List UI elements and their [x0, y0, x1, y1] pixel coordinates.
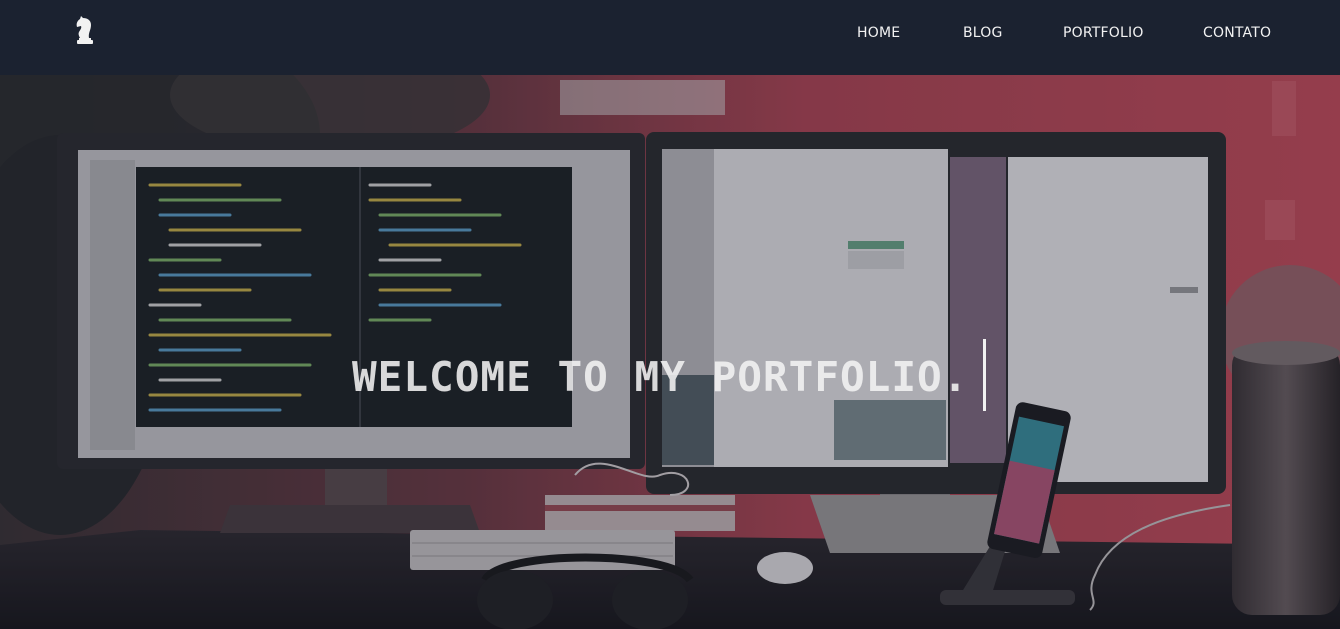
- top-navbar: HOME BLOG PORTFOLIO CONTATO: [0, 0, 1340, 75]
- text-cursor: [983, 339, 986, 411]
- hero-dark-overlay: [0, 75, 1340, 629]
- nav-link-contato[interactable]: CONTATO: [1203, 25, 1271, 41]
- hero-section: WELCOME TO MY PORTFOLIO.: [0, 75, 1340, 629]
- nav-link-portfolio[interactable]: PORTFOLIO: [1063, 25, 1144, 41]
- hero-title: WELCOME TO MY PORTFOLIO.: [352, 353, 969, 401]
- chess-knight-icon[interactable]: [74, 16, 96, 44]
- nav-link-home[interactable]: HOME: [857, 25, 900, 41]
- nav-link-blog[interactable]: BLOG: [963, 25, 1003, 41]
